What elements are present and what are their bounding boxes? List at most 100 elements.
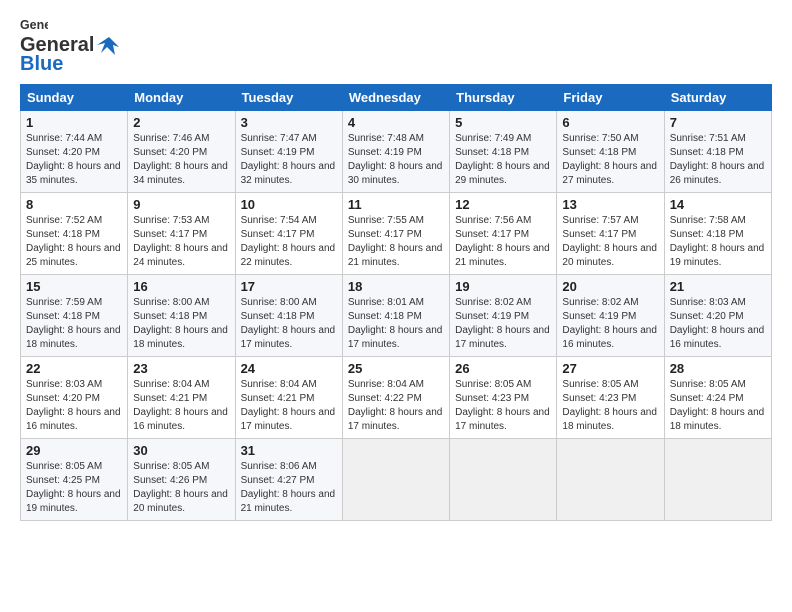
day-info: Sunrise: 8:05 AMSunset: 4:23 PMDaylight:… [562, 379, 657, 432]
day-info: Sunrise: 7:50 AMSunset: 4:18 PMDaylight:… [562, 133, 657, 186]
calendar-cell: 18 Sunrise: 8:01 AMSunset: 4:18 PMDaylig… [342, 275, 449, 357]
day-info: Sunrise: 8:05 AMSunset: 4:23 PMDaylight:… [455, 379, 550, 432]
day-info: Sunrise: 7:48 AMSunset: 4:19 PMDaylight:… [348, 133, 443, 186]
calendar-cell: 14 Sunrise: 7:58 AMSunset: 4:18 PMDaylig… [664, 193, 771, 275]
day-number: 15 [26, 279, 122, 294]
day-info: Sunrise: 7:54 AMSunset: 4:17 PMDaylight:… [241, 215, 336, 268]
calendar-cell: 17 Sunrise: 8:00 AMSunset: 4:18 PMDaylig… [235, 275, 342, 357]
day-info: Sunrise: 8:03 AMSunset: 4:20 PMDaylight:… [26, 379, 121, 432]
day-number: 8 [26, 197, 122, 212]
calendar-cell: 23 Sunrise: 8:04 AMSunset: 4:21 PMDaylig… [128, 357, 235, 439]
calendar-cell [450, 439, 557, 521]
calendar-cell: 21 Sunrise: 8:03 AMSunset: 4:20 PMDaylig… [664, 275, 771, 357]
day-info: Sunrise: 8:05 AMSunset: 4:24 PMDaylight:… [670, 379, 765, 432]
calendar-cell: 19 Sunrise: 8:02 AMSunset: 4:19 PMDaylig… [450, 275, 557, 357]
calendar-cell: 27 Sunrise: 8:05 AMSunset: 4:23 PMDaylig… [557, 357, 664, 439]
weekday-header: Friday [557, 85, 664, 111]
day-info: Sunrise: 7:57 AMSunset: 4:17 PMDaylight:… [562, 215, 657, 268]
calendar-cell: 15 Sunrise: 7:59 AMSunset: 4:18 PMDaylig… [21, 275, 128, 357]
calendar-cell: 6 Sunrise: 7:50 AMSunset: 4:18 PMDayligh… [557, 111, 664, 193]
calendar-cell: 3 Sunrise: 7:47 AMSunset: 4:19 PMDayligh… [235, 111, 342, 193]
logo-blue: Blue [20, 53, 63, 76]
day-number: 11 [348, 197, 444, 212]
day-info: Sunrise: 7:55 AMSunset: 4:17 PMDaylight:… [348, 215, 443, 268]
calendar-cell: 30 Sunrise: 8:05 AMSunset: 4:26 PMDaylig… [128, 439, 235, 521]
day-info: Sunrise: 7:56 AMSunset: 4:17 PMDaylight:… [455, 215, 550, 268]
day-number: 20 [562, 279, 658, 294]
calendar-cell: 1 Sunrise: 7:44 AMSunset: 4:20 PMDayligh… [21, 111, 128, 193]
day-info: Sunrise: 8:04 AMSunset: 4:21 PMDaylight:… [241, 379, 336, 432]
day-info: Sunrise: 7:46 AMSunset: 4:20 PMDaylight:… [133, 133, 228, 186]
day-info: Sunrise: 7:52 AMSunset: 4:18 PMDaylight:… [26, 215, 121, 268]
header: General General Blue [20, 16, 772, 76]
calendar-cell: 7 Sunrise: 7:51 AMSunset: 4:18 PMDayligh… [664, 111, 771, 193]
calendar-cell: 2 Sunrise: 7:46 AMSunset: 4:20 PMDayligh… [128, 111, 235, 193]
day-info: Sunrise: 7:59 AMSunset: 4:18 PMDaylight:… [26, 297, 121, 350]
day-info: Sunrise: 8:06 AMSunset: 4:27 PMDaylight:… [241, 461, 336, 514]
day-info: Sunrise: 7:53 AMSunset: 4:17 PMDaylight:… [133, 215, 228, 268]
logo-bird-icon [97, 35, 121, 57]
day-number: 19 [455, 279, 551, 294]
day-info: Sunrise: 7:47 AMSunset: 4:19 PMDaylight:… [241, 133, 336, 186]
calendar-cell [557, 439, 664, 521]
day-info: Sunrise: 7:44 AMSunset: 4:20 PMDaylight:… [26, 133, 121, 186]
calendar-cell: 22 Sunrise: 8:03 AMSunset: 4:20 PMDaylig… [21, 357, 128, 439]
calendar-cell: 5 Sunrise: 7:49 AMSunset: 4:18 PMDayligh… [450, 111, 557, 193]
day-info: Sunrise: 8:05 AMSunset: 4:25 PMDaylight:… [26, 461, 121, 514]
day-info: Sunrise: 8:02 AMSunset: 4:19 PMDaylight:… [562, 297, 657, 350]
day-info: Sunrise: 8:04 AMSunset: 4:22 PMDaylight:… [348, 379, 443, 432]
logo: General General Blue [20, 16, 121, 76]
day-number: 7 [670, 115, 766, 130]
calendar-cell: 12 Sunrise: 7:56 AMSunset: 4:17 PMDaylig… [450, 193, 557, 275]
day-number: 4 [348, 115, 444, 130]
day-number: 13 [562, 197, 658, 212]
day-info: Sunrise: 7:58 AMSunset: 4:18 PMDaylight:… [670, 215, 765, 268]
calendar-cell: 31 Sunrise: 8:06 AMSunset: 4:27 PMDaylig… [235, 439, 342, 521]
day-number: 1 [26, 115, 122, 130]
weekday-header: Thursday [450, 85, 557, 111]
day-info: Sunrise: 8:04 AMSunset: 4:21 PMDaylight:… [133, 379, 228, 432]
day-number: 23 [133, 361, 229, 376]
day-info: Sunrise: 8:05 AMSunset: 4:26 PMDaylight:… [133, 461, 228, 514]
day-info: Sunrise: 8:02 AMSunset: 4:19 PMDaylight:… [455, 297, 550, 350]
page: General General Blue SundayMondayTuesday… [0, 0, 792, 612]
day-info: Sunrise: 7:51 AMSunset: 4:18 PMDaylight:… [670, 133, 765, 186]
weekday-header: Saturday [664, 85, 771, 111]
day-number: 16 [133, 279, 229, 294]
day-number: 30 [133, 443, 229, 458]
day-number: 12 [455, 197, 551, 212]
calendar-cell: 13 Sunrise: 7:57 AMSunset: 4:17 PMDaylig… [557, 193, 664, 275]
calendar-cell: 10 Sunrise: 7:54 AMSunset: 4:17 PMDaylig… [235, 193, 342, 275]
day-number: 22 [26, 361, 122, 376]
day-number: 14 [670, 197, 766, 212]
calendar-cell: 20 Sunrise: 8:02 AMSunset: 4:19 PMDaylig… [557, 275, 664, 357]
day-number: 27 [562, 361, 658, 376]
weekday-header: Wednesday [342, 85, 449, 111]
weekday-header: Sunday [21, 85, 128, 111]
calendar-cell: 11 Sunrise: 7:55 AMSunset: 4:17 PMDaylig… [342, 193, 449, 275]
day-info: Sunrise: 8:01 AMSunset: 4:18 PMDaylight:… [348, 297, 443, 350]
calendar-cell: 26 Sunrise: 8:05 AMSunset: 4:23 PMDaylig… [450, 357, 557, 439]
calendar-cell: 16 Sunrise: 8:00 AMSunset: 4:18 PMDaylig… [128, 275, 235, 357]
day-number: 26 [455, 361, 551, 376]
day-number: 2 [133, 115, 229, 130]
day-number: 21 [670, 279, 766, 294]
day-number: 10 [241, 197, 337, 212]
day-number: 18 [348, 279, 444, 294]
day-number: 24 [241, 361, 337, 376]
calendar-cell: 29 Sunrise: 8:05 AMSunset: 4:25 PMDaylig… [21, 439, 128, 521]
day-number: 9 [133, 197, 229, 212]
calendar-cell: 25 Sunrise: 8:04 AMSunset: 4:22 PMDaylig… [342, 357, 449, 439]
day-number: 5 [455, 115, 551, 130]
calendar-cell: 8 Sunrise: 7:52 AMSunset: 4:18 PMDayligh… [21, 193, 128, 275]
calendar-cell: 28 Sunrise: 8:05 AMSunset: 4:24 PMDaylig… [664, 357, 771, 439]
calendar-cell: 24 Sunrise: 8:04 AMSunset: 4:21 PMDaylig… [235, 357, 342, 439]
day-info: Sunrise: 8:03 AMSunset: 4:20 PMDaylight:… [670, 297, 765, 350]
day-number: 6 [562, 115, 658, 130]
weekday-header: Tuesday [235, 85, 342, 111]
day-number: 28 [670, 361, 766, 376]
day-info: Sunrise: 8:00 AMSunset: 4:18 PMDaylight:… [241, 297, 336, 350]
calendar-cell [664, 439, 771, 521]
day-number: 17 [241, 279, 337, 294]
svg-text:General: General [20, 18, 48, 32]
